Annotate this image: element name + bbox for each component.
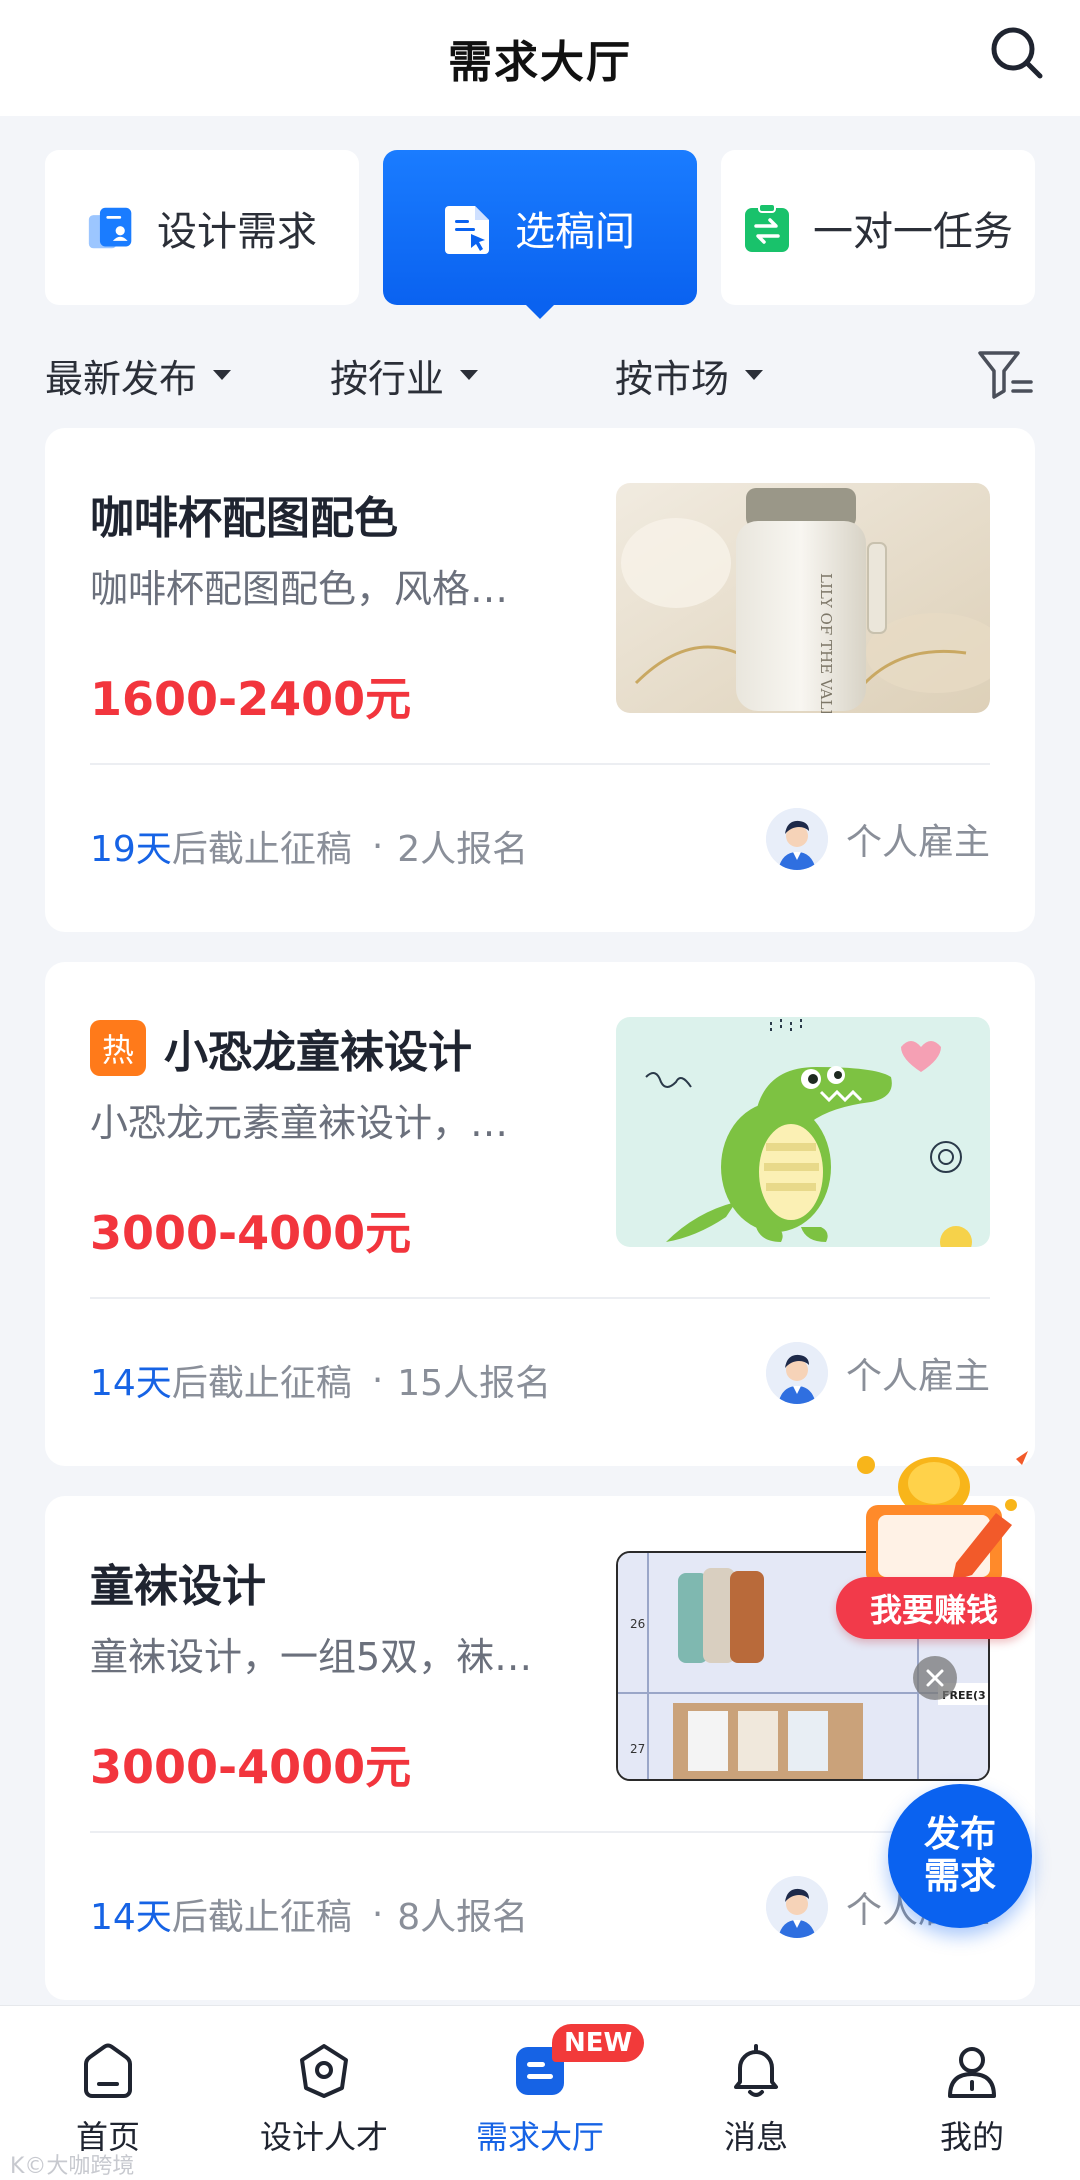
- close-float-button[interactable]: [913, 1656, 957, 1700]
- deadline-days: 19天: [90, 829, 172, 870]
- tab-one-on-one[interactable]: 一对一任务: [721, 150, 1035, 305]
- filter-industry[interactable]: 按行业: [330, 340, 479, 410]
- avatar: [765, 808, 828, 870]
- card-meta: 14天 后截止征稿 · 15人报名: [90, 1354, 551, 1406]
- card-price: 1600-2400元: [90, 672, 412, 726]
- user-icon: [941, 2040, 1003, 2102]
- employer-info: 个人雇主: [765, 1342, 990, 1404]
- card-meta: 14天 后截止征稿 · 8人报名: [90, 1888, 528, 1940]
- separator-dot: ·: [371, 1359, 384, 1401]
- card-price: 3000-4000元: [90, 1206, 412, 1260]
- nav-design-talent[interactable]: 设计人才: [216, 2006, 432, 2180]
- avatar: [765, 1342, 828, 1404]
- signup-count: 15人报名: [397, 1363, 552, 1404]
- treasure-box-icon: [857, 1451, 1028, 1585]
- publish-demand-button[interactable]: 发布 需求: [888, 1784, 1032, 1928]
- user-avatar-icon: [765, 1342, 828, 1404]
- filter-latest[interactable]: 最新发布: [45, 340, 232, 410]
- exchange-icon: [743, 202, 791, 254]
- card-divider: [90, 1297, 990, 1299]
- card-meta: 19天 后截止征稿 · 2人报名: [90, 820, 528, 872]
- card-price: 3000-4000元: [90, 1740, 412, 1794]
- employer-type: 个人雇主: [845, 1356, 990, 1397]
- publish-label-line2: 需求: [923, 1856, 996, 1897]
- bell-icon: [725, 2040, 787, 2102]
- card-thumbnail: [616, 1017, 990, 1247]
- earn-money-label: 我要赚钱: [836, 1577, 1032, 1639]
- card-title-text: 咖啡杯配图配色: [90, 493, 398, 544]
- user-avatar-icon: [765, 808, 828, 870]
- tab-design-demand[interactable]: 设计需求: [45, 150, 359, 305]
- talent-icon: [293, 2040, 355, 2102]
- file-select-icon: [445, 202, 493, 254]
- bottom-nav: 首页 设计人才 NEW 需求大厅 消息 我的: [0, 2005, 1080, 2180]
- card-title: 童袜设计: [90, 1550, 266, 1614]
- card-title-text: 小恐龙童袜设计: [164, 1027, 472, 1078]
- signup-count: 8人报名: [397, 1897, 529, 1938]
- card-divider: [90, 1831, 990, 1833]
- separator-dot: ·: [371, 825, 384, 867]
- advanced-filter-button[interactable]: [977, 348, 1035, 402]
- new-badge: NEW: [552, 2024, 645, 2062]
- tab-label: 设计需求: [157, 208, 317, 255]
- card-description: 小恐龙元素童袜设计，…: [90, 1101, 509, 1145]
- nav-messages[interactable]: 消息: [648, 2006, 864, 2180]
- close-icon: [926, 1669, 944, 1687]
- search-button[interactable]: [982, 18, 1052, 88]
- signup-count: 2人报名: [397, 829, 529, 870]
- filter-market[interactable]: 按市场: [615, 340, 764, 410]
- watermark: K©大咖跨境: [10, 2154, 135, 2179]
- search-icon: [991, 27, 1043, 79]
- thumbnail-row-label: 27: [630, 1742, 645, 1756]
- category-tabs: 设计需求 选稿间 一对一任务: [45, 150, 1035, 319]
- separator-dot: ·: [371, 1893, 384, 1935]
- card-title: 热 小恐龙童袜设计: [90, 1016, 472, 1080]
- home-icon: [77, 2040, 139, 2102]
- demand-card[interactable]: 热 小恐龙童袜设计 小恐龙元素童袜设计，… 3000-4000元 14天 后截止…: [45, 962, 1035, 1466]
- thumbnail-cup-text: LILY OF THE VALLEY: [817, 573, 835, 713]
- nav-label: 设计人才: [259, 2118, 388, 2156]
- deadline-days: 14天: [90, 1897, 172, 1938]
- employer-type: 个人雇主: [845, 822, 990, 863]
- publish-label-line1: 发布: [923, 1814, 996, 1855]
- nav-mine[interactable]: 我的: [864, 2006, 1080, 2180]
- deadline-text: 后截止征稿: [171, 1363, 352, 1404]
- card-description: 咖啡杯配图配色，风格…: [90, 567, 509, 611]
- caret-down-icon: [460, 370, 479, 380]
- deadline-days: 14天: [90, 1363, 172, 1404]
- thumbnail-row-label: 26: [630, 1617, 645, 1631]
- avatar: [765, 1876, 828, 1938]
- earn-money-float[interactable]: 我要赚钱: [836, 1445, 1032, 1645]
- nav-label: 需求大厅: [475, 2118, 604, 2156]
- deadline-text: 后截止征稿: [171, 829, 352, 870]
- caret-down-icon: [745, 370, 764, 380]
- card-title: 咖啡杯配图配色: [90, 482, 398, 546]
- hot-badge: 热: [90, 1020, 146, 1076]
- card-title-text: 童袜设计: [90, 1561, 266, 1612]
- filter-bar: 最新发布 按行业 按市场: [45, 340, 1035, 410]
- funnel-filter-icon: [978, 351, 1033, 399]
- deadline-text: 后截止征稿: [171, 1897, 352, 1938]
- nav-demand-hall[interactable]: NEW 需求大厅: [432, 2006, 648, 2180]
- tab-label: 选稿间: [515, 208, 635, 255]
- demand-card[interactable]: 咖啡杯配图配色 咖啡杯配图配色，风格… 1600-2400元 LILY OF T…: [45, 428, 1035, 932]
- caret-down-icon: [213, 370, 232, 380]
- tab-label: 一对一任务: [813, 208, 1013, 255]
- card-divider: [90, 763, 990, 765]
- card-thumbnail: LILY OF THE VALLEY: [616, 483, 990, 713]
- filter-label: 最新发布: [45, 356, 198, 401]
- nav-label: 我的: [939, 2118, 1004, 2156]
- user-avatar-icon: [765, 1876, 828, 1938]
- top-bar: 需求大厅: [0, 0, 1080, 116]
- design-doc-icon: [87, 202, 135, 254]
- filter-label: 按行业: [330, 356, 445, 401]
- card-description: 童袜设计，一组5双，袜…: [90, 1635, 533, 1679]
- employer-info: 个人雇主: [765, 808, 990, 870]
- nav-label: 消息: [723, 2118, 788, 2156]
- page-title: 需求大厅: [448, 37, 632, 88]
- tab-select-room[interactable]: 选稿间: [383, 150, 697, 319]
- filter-label: 按市场: [615, 356, 730, 401]
